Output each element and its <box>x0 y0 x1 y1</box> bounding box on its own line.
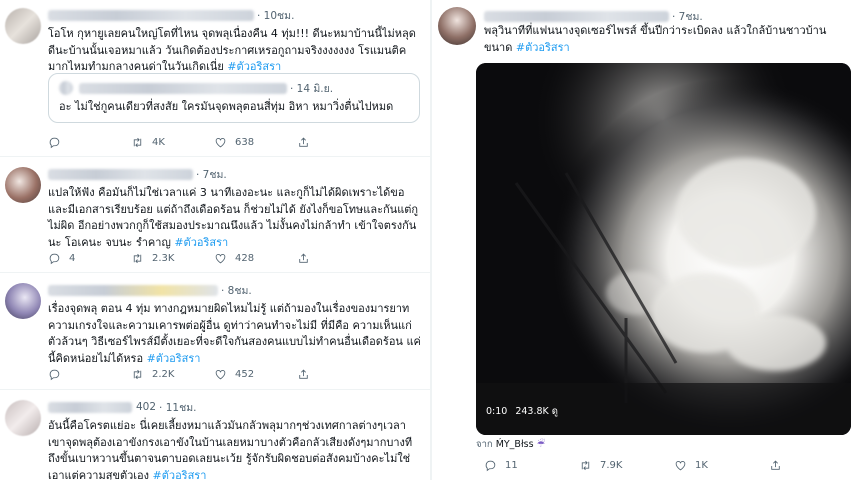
tweet-actions: 11 7.9K 1K <box>484 459 858 472</box>
tweet-actions: 4 2.3K 428 <box>48 250 420 266</box>
share-icon <box>299 137 308 147</box>
tweet-time[interactable]: · 8ชม. <box>221 282 252 299</box>
tweet-card[interactable]: · 8ชม. เรื่องจุดพลุ ตอน 4 ทุ่ม ทางกฎหมาย… <box>0 273 430 390</box>
hashtag-link[interactable]: #ตัวอริสรา <box>153 469 207 480</box>
reply-button[interactable]: 4 <box>48 252 131 265</box>
blurred-username <box>79 82 287 94</box>
avatar[interactable] <box>438 7 476 45</box>
like-button[interactable]: 428 <box>214 252 297 265</box>
like-count: 1K <box>695 460 708 471</box>
reply-button[interactable] <box>48 136 131 149</box>
video-duration: 0:10 <box>486 406 508 417</box>
avatar[interactable] <box>5 8 41 44</box>
reply-icon <box>49 137 60 148</box>
avatar[interactable] <box>5 400 41 436</box>
avatar[interactable] <box>5 283 41 319</box>
tweet-header: 402 · 11ชม. <box>48 399 422 415</box>
like-button[interactable]: 1K <box>674 459 769 472</box>
quoted-avatar <box>59 81 73 95</box>
reply-count: 4 <box>69 252 76 264</box>
share-button[interactable] <box>297 136 380 149</box>
like-button[interactable]: 452 <box>214 368 297 381</box>
hashtag-link[interactable]: #ตัวอริสรา <box>174 236 228 249</box>
tweet-card[interactable]: · 10ชม. โอโห กุหายูเลยคนใหญ่โตที่ไหน จุด… <box>0 0 430 157</box>
avatar[interactable] <box>5 167 41 203</box>
share-icon <box>299 369 308 379</box>
retweet-count: 7.9K <box>600 460 623 471</box>
heart-icon <box>215 369 226 379</box>
quoted-tweet-text: อะ ไม่ใช่กูคนเดียวที่สงสัย ใครมันจุดพลุต… <box>59 100 394 113</box>
tweet-time[interactable]: · 7ชม. <box>196 166 227 183</box>
blurred-username[interactable] <box>48 401 132 413</box>
retweet-icon <box>581 460 590 471</box>
blurred-username[interactable] <box>48 168 193 180</box>
tweet-text: เรื่องจุดพลุ ตอน 4 ทุ่ม ทางกฎหมายผิดไหมไ… <box>48 302 421 365</box>
retweet-button[interactable]: 7.9K <box>579 459 674 472</box>
right-tweet-panel[interactable]: · 7ชม. พลุวินาทีที่แฟนนางจุดเซอร์ไพรส์ ข… <box>432 0 858 480</box>
tweet-time[interactable]: · 11ชม. <box>159 399 196 416</box>
retweet-button[interactable]: 2.3K <box>131 252 214 265</box>
tweet-actions: 2.2K 452 <box>48 366 420 382</box>
heart-icon <box>215 253 226 263</box>
tweet-card[interactable]: · 7ชม. แปลให้ฟัง คือมันก็ไม่ใช่เวลาแค่ 3… <box>0 157 430 273</box>
quoted-tweet-header: · 14 มิ.ย. <box>59 80 333 96</box>
tweet-text: อันนี้คือโครตแย่อะ นี่เคยเลี้ยงหมาแล้วมั… <box>48 419 413 480</box>
retweet-count: 2.2K <box>152 368 175 380</box>
retweet-button[interactable]: 4K <box>131 136 214 149</box>
video-player[interactable]: 0:10 243.8K ดู <box>476 63 851 435</box>
retweet-button[interactable]: 2.2K <box>131 368 214 381</box>
reply-button[interactable] <box>48 368 131 381</box>
share-icon <box>771 460 780 470</box>
tweet-card[interactable]: 402 · 11ชม. อันนี้คือโครตแย่อะ นี่เคยเลี… <box>0 390 430 480</box>
tweet-header: · 7ชม. <box>48 166 422 182</box>
retweet-icon <box>133 137 142 147</box>
like-count: 638 <box>235 136 255 148</box>
retweet-count: 2.3K <box>152 252 175 264</box>
like-count: 428 <box>235 252 255 264</box>
tweet-text: โอโห กุหายูเลยคนใหญ่โตที่ไหน จุดพลุเนื่อ… <box>48 27 420 73</box>
tweet-handle[interactable]: 402 <box>136 401 156 413</box>
tweet-text: พลุวินาทีที่แฟนนางจุดเซอร์ไพรส์ ขึ้นปีกว… <box>484 24 827 54</box>
tweet-actions: 4K 638 <box>48 134 420 150</box>
hashtag-link[interactable]: #ตัวอริสรา <box>227 60 281 73</box>
quoted-tweet-time: · 14 มิ.ย. <box>290 82 334 95</box>
blurred-username[interactable] <box>484 10 669 22</box>
share-button[interactable] <box>769 459 858 472</box>
hashtag-link[interactable]: #ตัวอริสรา <box>147 352 201 365</box>
reply-count: 11 <box>505 460 518 471</box>
tweet-time[interactable]: · 7ชม. <box>672 8 703 25</box>
heart-icon <box>215 137 226 147</box>
retweet-icon <box>133 253 142 263</box>
tweet-header: · 10ชม. <box>48 7 422 23</box>
credit-prefix: จาก <box>476 439 493 450</box>
retweet-icon <box>133 369 142 379</box>
reply-icon <box>49 369 60 380</box>
reply-icon <box>485 460 496 472</box>
tweet-header: · 7ชม. <box>484 8 703 24</box>
reply-icon <box>49 253 60 264</box>
share-button[interactable] <box>297 252 380 265</box>
share-button[interactable] <box>297 368 380 381</box>
tweet-time[interactable]: · 10ชม. <box>257 7 294 24</box>
tweet-text: แปลให้ฟัง คือมันก็ไม่ใช่เวลาแค่ 3 นาทีเอ… <box>48 186 419 249</box>
video-stats: 0:10 243.8K ดู <box>486 404 566 419</box>
blurred-username[interactable] <box>48 284 218 296</box>
heart-icon <box>675 461 686 471</box>
fireworks-video-frame <box>476 63 851 435</box>
share-icon <box>299 253 308 263</box>
like-button[interactable]: 638 <box>214 136 297 149</box>
hashtag-link[interactable]: #ตัวอริสรา <box>516 41 570 54</box>
quoted-tweet[interactable]: · 14 มิ.ย. อะ ไม่ใช่กูคนเดียวที่สงสัย ใค… <box>48 73 420 123</box>
retweet-count: 4K <box>152 136 165 148</box>
umbrella-emoji: ☔ <box>536 439 546 450</box>
reply-button[interactable]: 11 <box>484 459 579 472</box>
credit-account-link[interactable]: ḾY_Błss <box>496 439 534 450</box>
left-tweet-column: · 10ชม. โอโห กุหายูเลยคนใหญ่โตที่ไหน จุด… <box>0 0 430 480</box>
video-view-count: 243.8K ดู <box>515 406 558 417</box>
tweet-header: · 8ชม. <box>48 282 422 298</box>
blurred-username[interactable] <box>48 9 254 21</box>
video-credit: จาก ḾY_Błss ☔ <box>476 437 545 452</box>
like-count: 452 <box>235 368 255 380</box>
